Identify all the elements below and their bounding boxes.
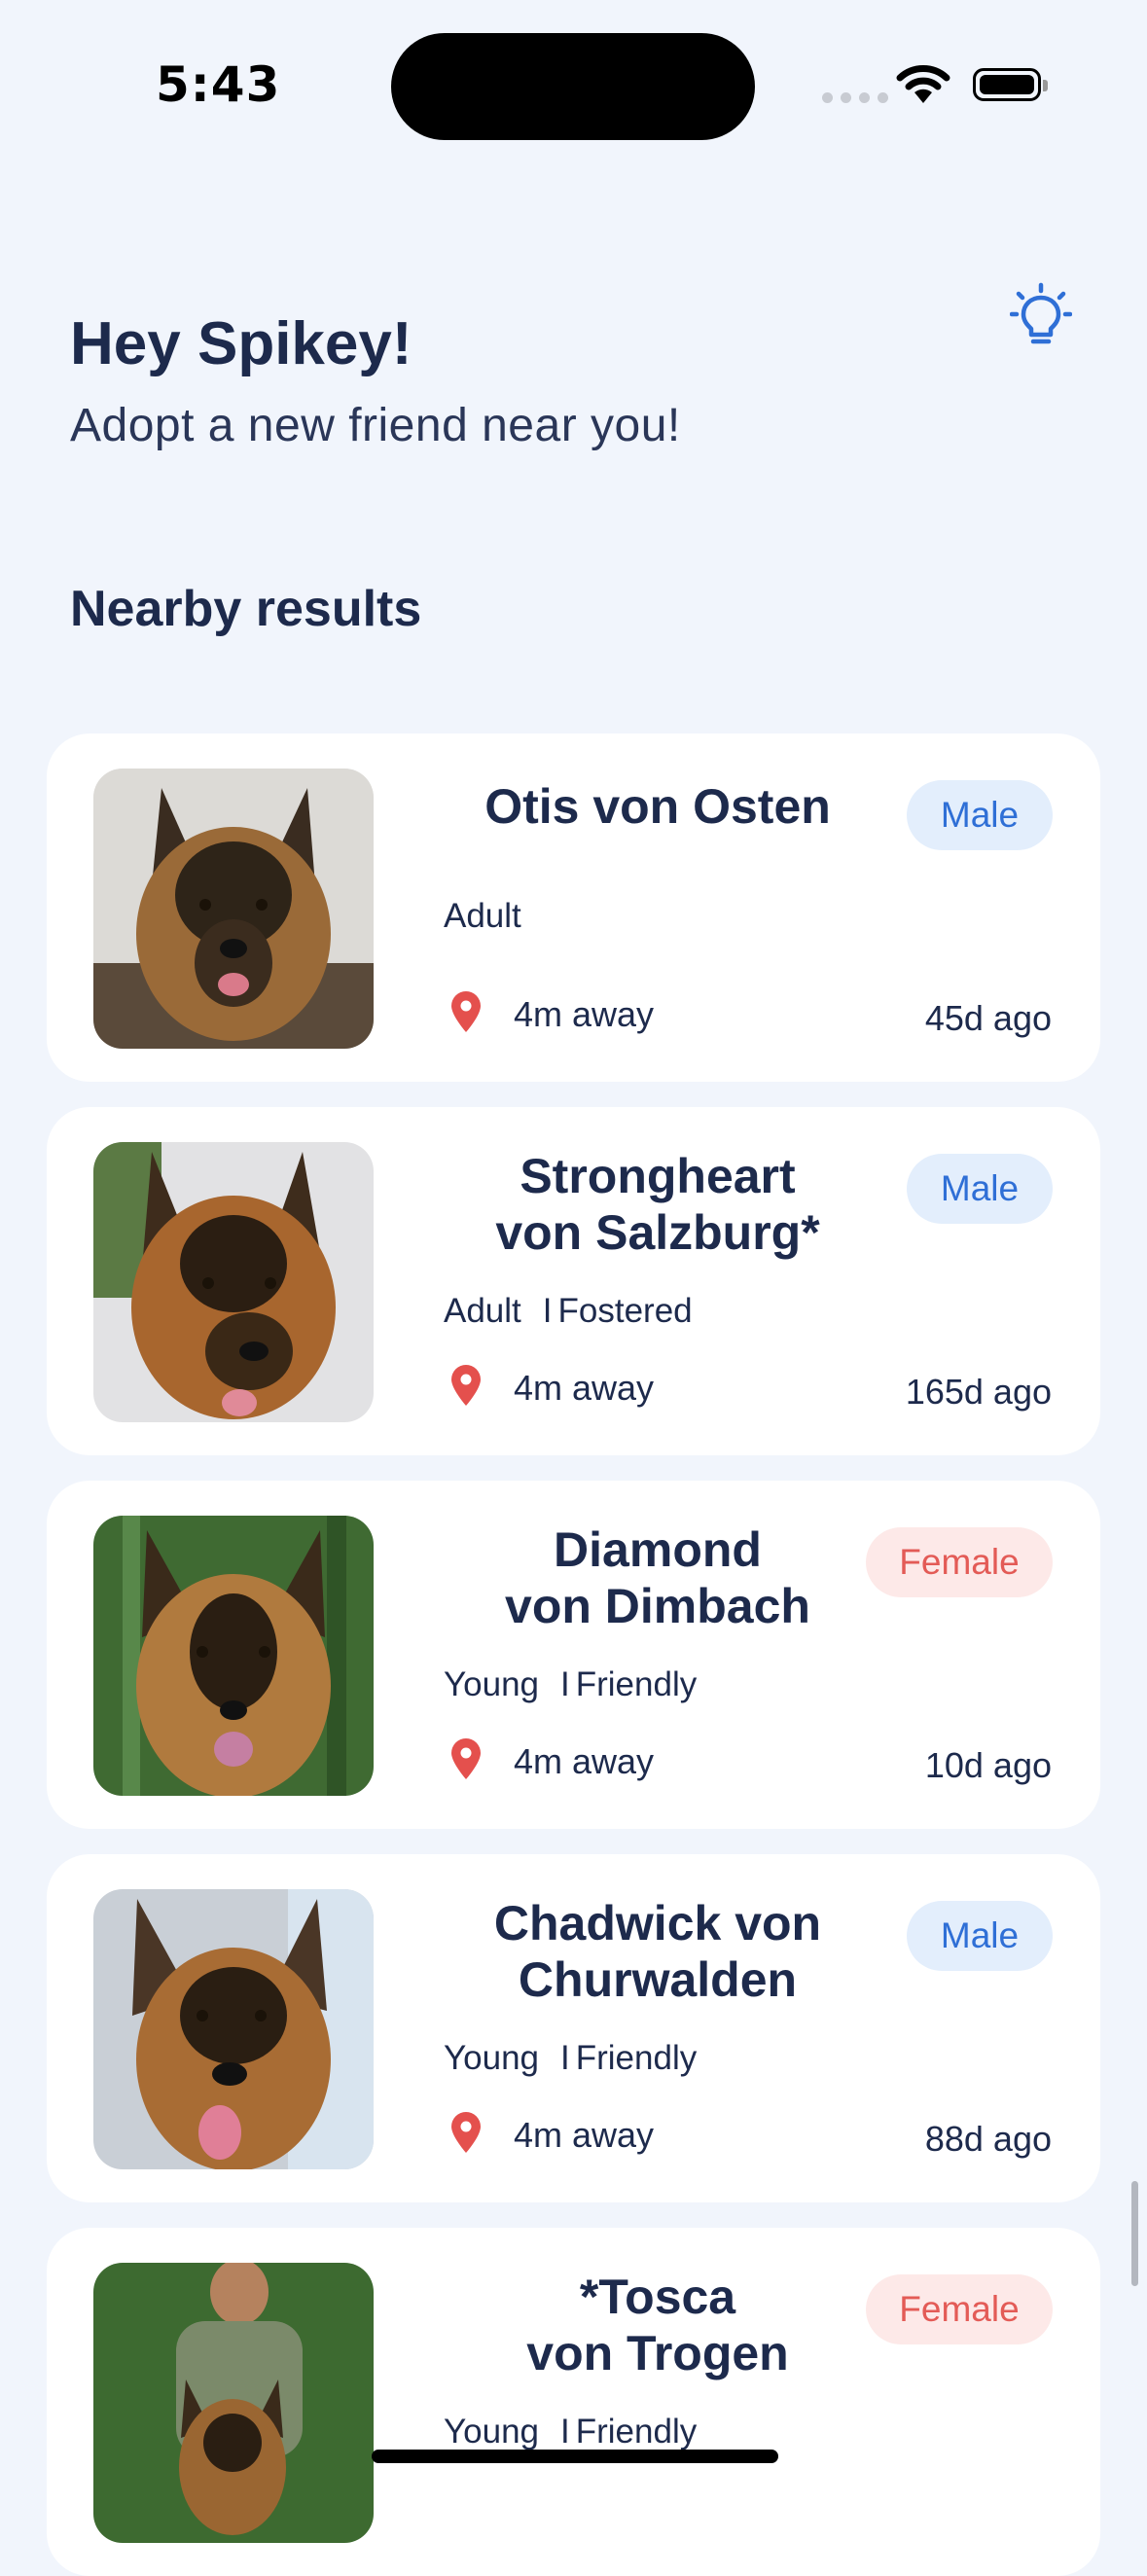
pet-name: Strongheart von Salzburg* bbox=[495, 1149, 820, 1260]
status-tag: Friendly bbox=[575, 2413, 698, 2451]
cellular-signal-icon bbox=[822, 92, 888, 103]
pet-name: Diamond von Dimbach bbox=[505, 1522, 810, 1633]
pet-tags: Adult I Fostered bbox=[444, 1292, 693, 1330]
pet-tags: Young I Friendly bbox=[444, 1665, 698, 1703]
gender-badge: Female bbox=[866, 2274, 1053, 2344]
pet-photo bbox=[93, 1889, 374, 2169]
status-tag: Friendly bbox=[575, 2039, 698, 2077]
distance-label: 4m away bbox=[514, 1741, 655, 1781]
gender-badge: Male bbox=[907, 1154, 1053, 1224]
pet-card[interactable]: Strongheart von Salzburg* Male Adult I Fos… bbox=[47, 1107, 1100, 1455]
pet-tags: Young I Friendly bbox=[444, 2039, 698, 2077]
gender-badge: Male bbox=[907, 780, 1053, 850]
status-tag: Fostered bbox=[557, 1292, 693, 1330]
status-time: 5:43 bbox=[156, 56, 281, 113]
posted-ago-label: 45d ago bbox=[924, 998, 1052, 1038]
pet-card[interactable]: Otis von Osten Male Adult 4m away 45d ag… bbox=[47, 733, 1100, 1082]
pet-card[interactable]: Diamond von Dimbach Female Young I Friendl… bbox=[47, 1481, 1100, 1829]
home-indicator[interactable] bbox=[372, 2450, 778, 2463]
age-label: Adult bbox=[444, 1292, 521, 1330]
location-pin-icon bbox=[451, 2112, 481, 2153]
age-label: Young bbox=[444, 2039, 539, 2077]
battery-icon bbox=[973, 68, 1048, 101]
location-pin-icon bbox=[451, 1738, 481, 1779]
gender-badge: Female bbox=[866, 1527, 1053, 1597]
age-label: Adult bbox=[444, 897, 521, 935]
dynamic-island bbox=[391, 33, 755, 140]
posted-ago-label: 88d ago bbox=[924, 2119, 1052, 2159]
distance-label: 4m away bbox=[514, 994, 655, 1034]
posted-ago-label: 165d ago bbox=[905, 1372, 1052, 1412]
pet-name: Otis von Osten bbox=[484, 779, 831, 834]
pet-photo bbox=[93, 1516, 374, 1796]
distance-label: 4m away bbox=[514, 1368, 655, 1408]
dog-photo-icon bbox=[93, 2263, 374, 2543]
status-tag: Friendly bbox=[575, 1665, 698, 1703]
greeting-title: Hey Spikey! bbox=[70, 310, 412, 377]
dog-photo-icon bbox=[93, 1516, 374, 1796]
location-pin-icon bbox=[451, 991, 481, 1032]
pet-card[interactable]: Chadwick von Churwalden Male Young I Frien… bbox=[47, 1854, 1100, 2202]
dog-photo-icon bbox=[93, 1889, 374, 2169]
pet-photo bbox=[93, 769, 374, 1049]
location-pin-icon bbox=[451, 1365, 481, 1406]
lightbulb-icon[interactable] bbox=[1010, 282, 1072, 350]
distance-label: 4m away bbox=[514, 2115, 655, 2155]
section-title: Nearby results bbox=[70, 581, 422, 637]
pet-name: *Tosca von Trogen bbox=[526, 2270, 789, 2380]
pet-photo bbox=[93, 2263, 374, 2543]
age-label: Young bbox=[444, 2413, 539, 2451]
pet-tags: Adult bbox=[444, 897, 521, 936]
pet-card[interactable]: *Tosca von Trogen Female Young I Friendly bbox=[47, 2228, 1100, 2576]
dog-photo-icon bbox=[93, 1142, 374, 1422]
pet-photo bbox=[93, 1142, 374, 1422]
pet-tags: Young I Friendly bbox=[444, 2413, 698, 2451]
gender-badge: Male bbox=[907, 1901, 1053, 1971]
dog-photo-icon bbox=[93, 769, 374, 1049]
wifi-icon bbox=[896, 65, 950, 103]
age-label: Young bbox=[444, 1665, 539, 1703]
posted-ago-label: 10d ago bbox=[924, 1745, 1052, 1785]
greeting-subtitle: Adopt a new friend near you! bbox=[70, 400, 681, 451]
pet-name: Chadwick von Churwalden bbox=[493, 1896, 822, 2007]
scrollbar[interactable] bbox=[1131, 2181, 1138, 2286]
